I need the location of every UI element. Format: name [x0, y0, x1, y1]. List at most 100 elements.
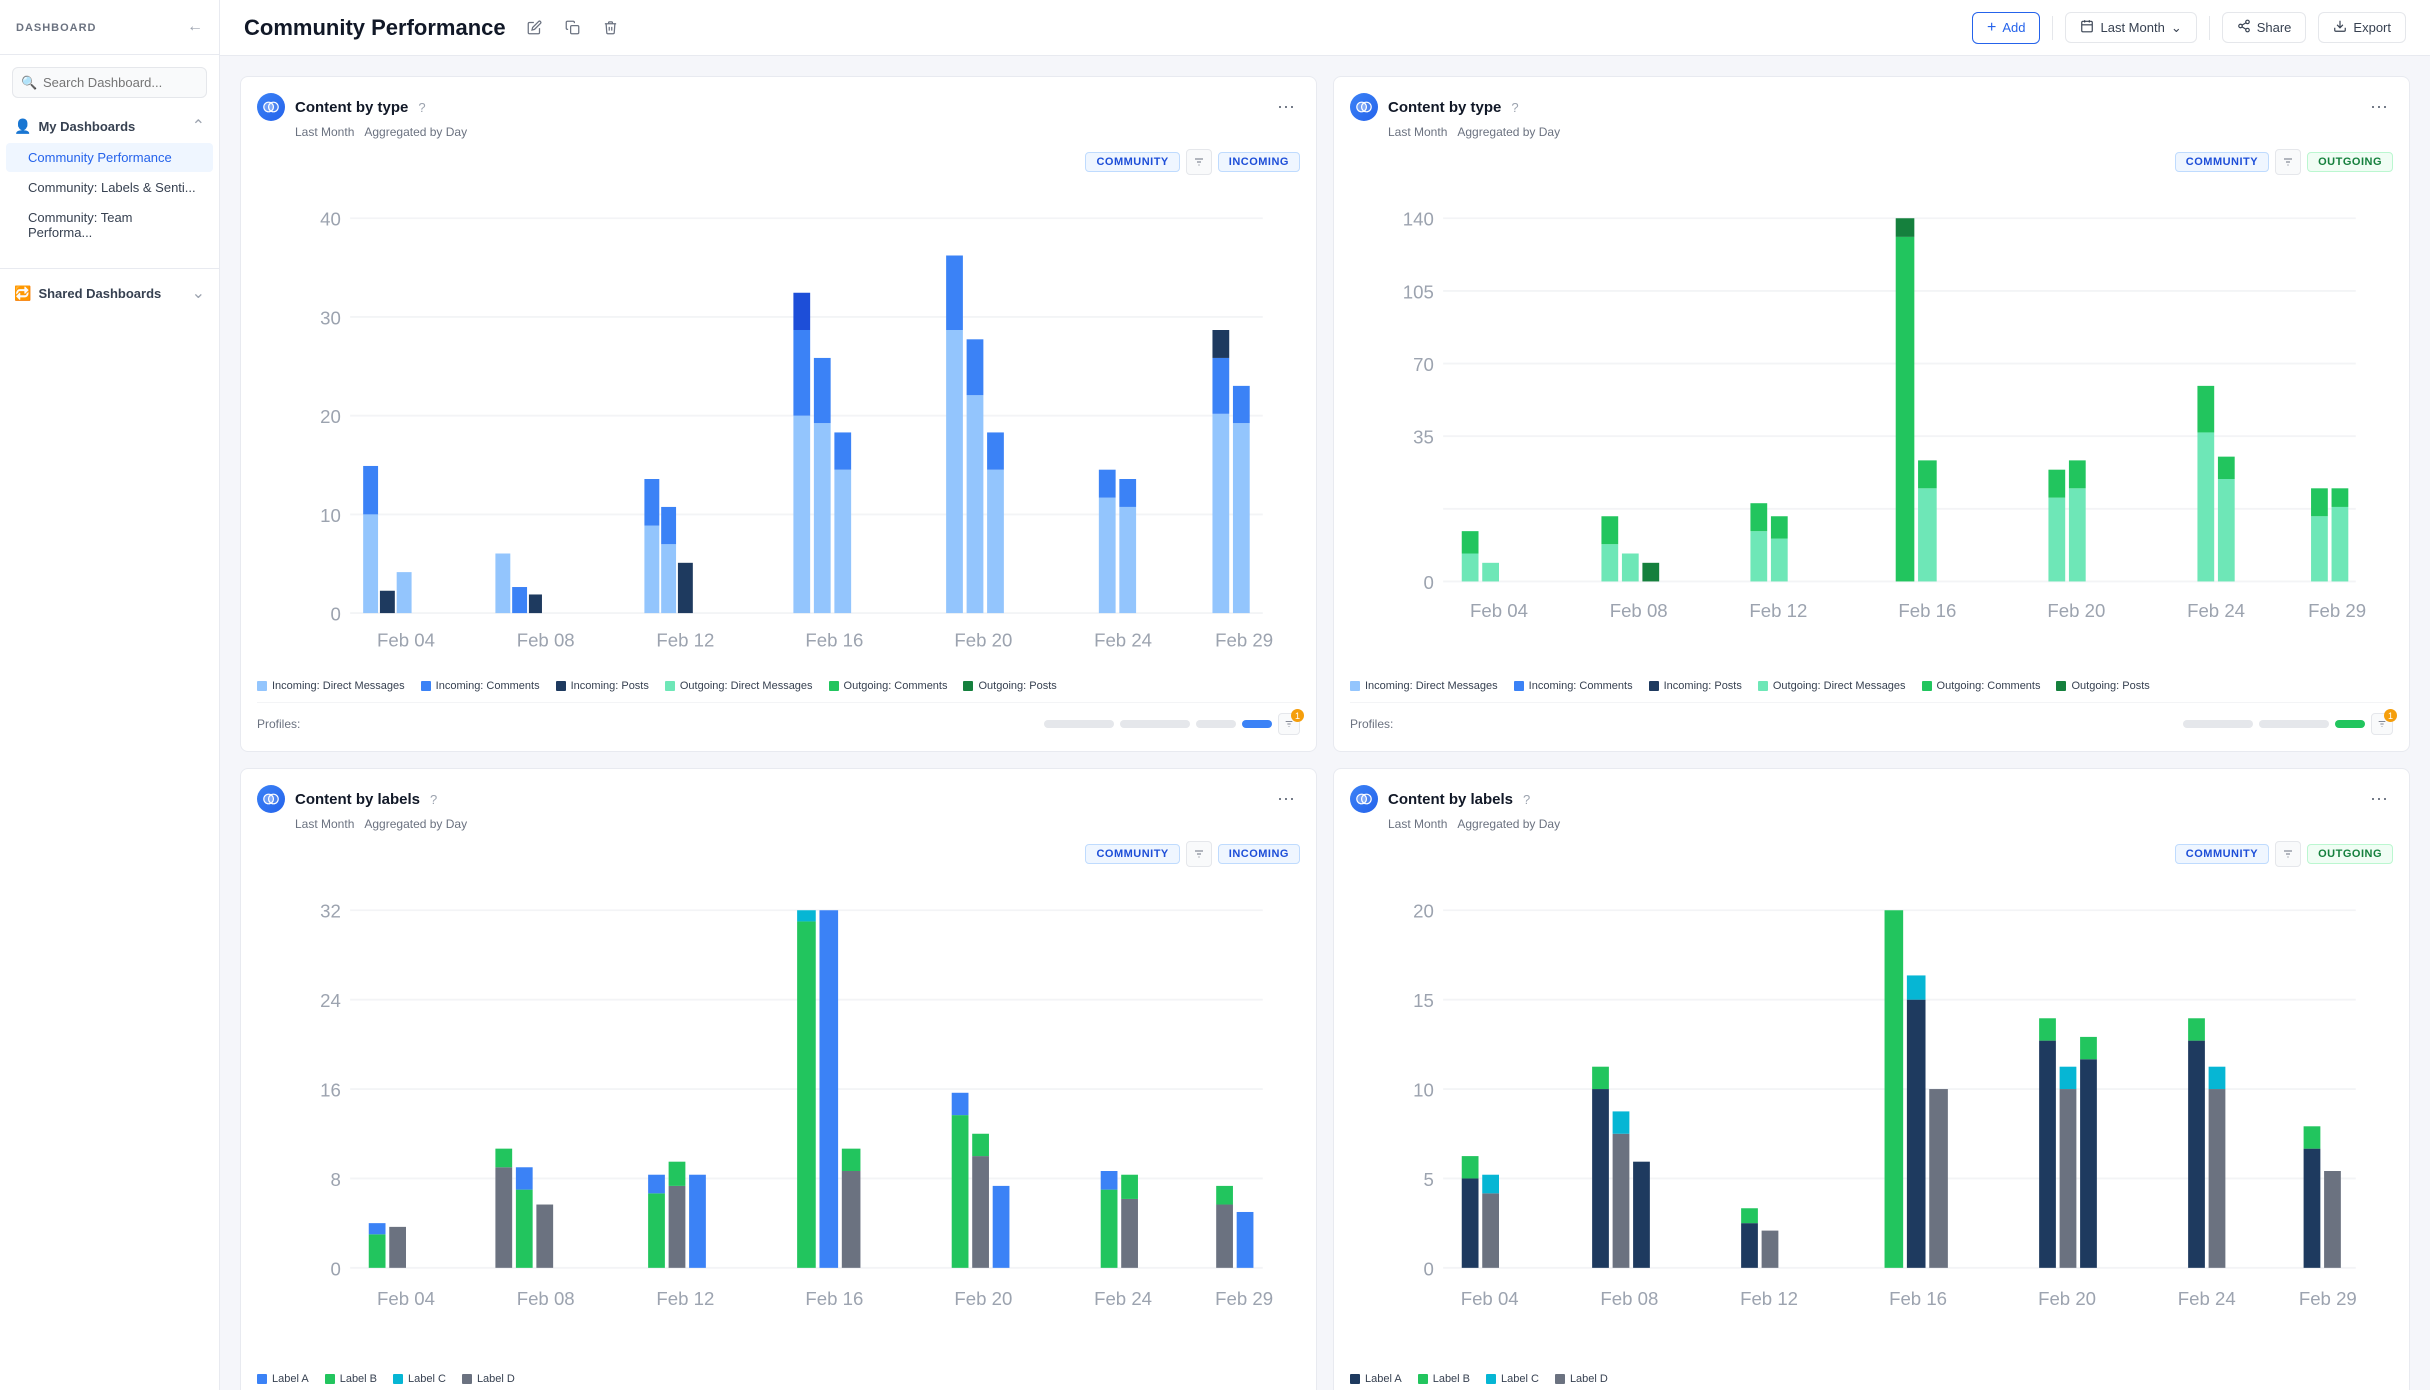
svg-text:35: 35: [1413, 427, 1434, 448]
legend-color: [963, 681, 973, 691]
chart-svg-2: Content by type 140 105 70 35 0: [1350, 181, 2393, 665]
card-title-wrap-2: Content by type ?: [1350, 93, 1519, 121]
my-dashboards-toggle[interactable]: 👤 My Dashboards ⌃: [0, 110, 219, 142]
community-filter-3[interactable]: COMMUNITY: [1085, 844, 1179, 864]
svg-text:Feb 29: Feb 29: [2308, 600, 2366, 621]
sidebar-item-team-performa[interactable]: Community: Team Performa...: [6, 203, 213, 247]
delete-button[interactable]: [596, 13, 626, 43]
legend-label: Incoming: Direct Messages: [272, 680, 405, 692]
svg-text:Feb 08: Feb 08: [517, 630, 575, 651]
edit-button[interactable]: [520, 13, 550, 43]
legend-item: Label D: [1555, 1373, 1608, 1385]
date-range-label: Last Month: [2100, 20, 2164, 35]
export-button[interactable]: Export: [2318, 12, 2406, 43]
my-dashboards-section: 👤 My Dashboards ⌃ Community Performance …: [0, 98, 219, 260]
sidebar: DASHBOARD ← 🔍 👤 My Dashboards ⌃ Communit…: [0, 0, 220, 1390]
svg-text:Feb 29: Feb 29: [1215, 630, 1273, 651]
shared-dashboards-toggle[interactable]: 🔁 Shared Dashboards ⌄: [0, 277, 219, 309]
card-icon-4: [1350, 785, 1378, 813]
legend-item: Outgoing: Posts: [963, 680, 1056, 692]
card-menu-btn-1[interactable]: ⋯: [1272, 93, 1300, 121]
chevron-down-icon: ⌄: [192, 283, 205, 303]
svg-text:Feb 24: Feb 24: [1094, 630, 1152, 651]
outgoing-filter-4[interactable]: OUTGOING: [2307, 844, 2393, 864]
topbar: Community Performance + Add: [220, 0, 2430, 56]
community-filter-1[interactable]: COMMUNITY: [1085, 152, 1179, 172]
svg-text:5: 5: [1423, 1169, 1433, 1190]
svg-text:0: 0: [1423, 1259, 1433, 1280]
community-filter-4[interactable]: COMMUNITY: [2175, 844, 2269, 864]
main-area: Community Performance + Add: [220, 0, 2430, 1390]
legend-label: Outgoing: Direct Messages: [1773, 680, 1906, 692]
shared-dashboards-label: Shared Dashboards: [38, 286, 161, 301]
legend-item: Label A: [257, 1373, 309, 1385]
legend-item: Label C: [1486, 1373, 1539, 1385]
legend-label: Incoming: Comments: [436, 680, 540, 692]
incoming-filter-1[interactable]: INCOMING: [1218, 152, 1300, 172]
chart-area-2: Content by type 140 105 70 35 0: [1350, 181, 2393, 670]
add-label: Add: [2002, 20, 2025, 35]
filter-badge: 1: [2384, 709, 2397, 722]
svg-text:Feb 20: Feb 20: [2038, 1288, 2096, 1309]
chevron-up-icon: ⌃: [192, 116, 205, 136]
profile-filter-btn-2[interactable]: 1: [2371, 713, 2393, 735]
incoming-filter-3[interactable]: INCOMING: [1218, 844, 1300, 864]
legend-item: Incoming: Posts: [556, 680, 649, 692]
share-button[interactable]: Share: [2222, 12, 2307, 43]
sidebar-item-community-performance[interactable]: Community Performance: [6, 143, 213, 172]
card-title-3: Content by labels: [295, 791, 420, 808]
legend-label: Label D: [1570, 1373, 1608, 1385]
chart-area-1: Content by type 40 30 20 10 0: [257, 181, 1300, 670]
share-icon: 🔁: [14, 285, 31, 302]
filter-settings-btn-1[interactable]: [1186, 149, 1212, 175]
sidebar-divider: [0, 268, 219, 269]
svg-text:Feb 12: Feb 12: [656, 630, 714, 651]
filter-settings-btn-4[interactable]: [2275, 841, 2301, 867]
card-help-icon-4: ?: [1523, 792, 1530, 807]
chart-area-4: Content by labels 20 15 10 5 0: [1350, 873, 2393, 1362]
legend-item: Outgoing: Direct Messages: [1758, 680, 1906, 692]
legend-color: [393, 1374, 403, 1384]
card-subtitle-2: Last Month Aggregated by Day: [1388, 125, 2393, 139]
export-label: Export: [2353, 20, 2391, 35]
sidebar-item-labels-senti[interactable]: Community: Labels & Senti...: [6, 173, 213, 202]
card-filters-4: COMMUNITY OUTGOING: [1350, 841, 2393, 867]
card-menu-btn-3[interactable]: ⋯: [1272, 785, 1300, 813]
card-menu-btn-4[interactable]: ⋯: [2365, 785, 2393, 813]
search-input[interactable]: [12, 67, 207, 98]
share-label: Share: [2257, 20, 2292, 35]
community-filter-2[interactable]: COMMUNITY: [2175, 152, 2269, 172]
legend-label: Label D: [477, 1373, 515, 1385]
profile-filter-btn-1[interactable]: 1: [1278, 713, 1300, 735]
svg-text:40: 40: [320, 209, 341, 230]
card-title-1: Content by type: [295, 99, 408, 116]
date-range-button[interactable]: Last Month ⌄: [2065, 12, 2196, 43]
legend-label: Label A: [272, 1373, 309, 1385]
legend-item: Incoming: Direct Messages: [1350, 680, 1498, 692]
topbar-divider2: [2209, 16, 2210, 40]
chart-svg-4: Content by labels 20 15 10 5 0: [1350, 873, 2393, 1357]
sidebar-back-icon[interactable]: ←: [187, 18, 203, 36]
legend-color: [1350, 1374, 1360, 1384]
legend-label: Outgoing: Posts: [2071, 680, 2149, 692]
legend-color: [556, 681, 566, 691]
svg-text:Feb 16: Feb 16: [1889, 1288, 1947, 1309]
svg-text:Feb 12: Feb 12: [1749, 600, 1807, 621]
card-icon-1: [257, 93, 285, 121]
add-button[interactable]: + Add: [1972, 12, 2040, 44]
profile-pill: [1120, 720, 1190, 728]
card-agg-1: Aggregated by Day: [364, 125, 467, 139]
profiles-label-1: Profiles:: [257, 717, 300, 731]
card-menu-btn-2[interactable]: ⋯: [2365, 93, 2393, 121]
filter-settings-btn-2[interactable]: [2275, 149, 2301, 175]
outgoing-filter-2[interactable]: OUTGOING: [2307, 152, 2393, 172]
profiles-bar-1: Profiles: 1: [257, 702, 1300, 735]
copy-button[interactable]: [558, 13, 588, 43]
card-period-3: Last Month: [295, 817, 354, 831]
profile-pill: [1242, 720, 1272, 728]
filter-settings-btn-3[interactable]: [1186, 841, 1212, 867]
profile-pill: [1044, 720, 1114, 728]
legend-label: Incoming: Direct Messages: [1365, 680, 1498, 692]
legend-color: [1350, 681, 1360, 691]
card-agg-4: Aggregated by Day: [1457, 817, 1560, 831]
